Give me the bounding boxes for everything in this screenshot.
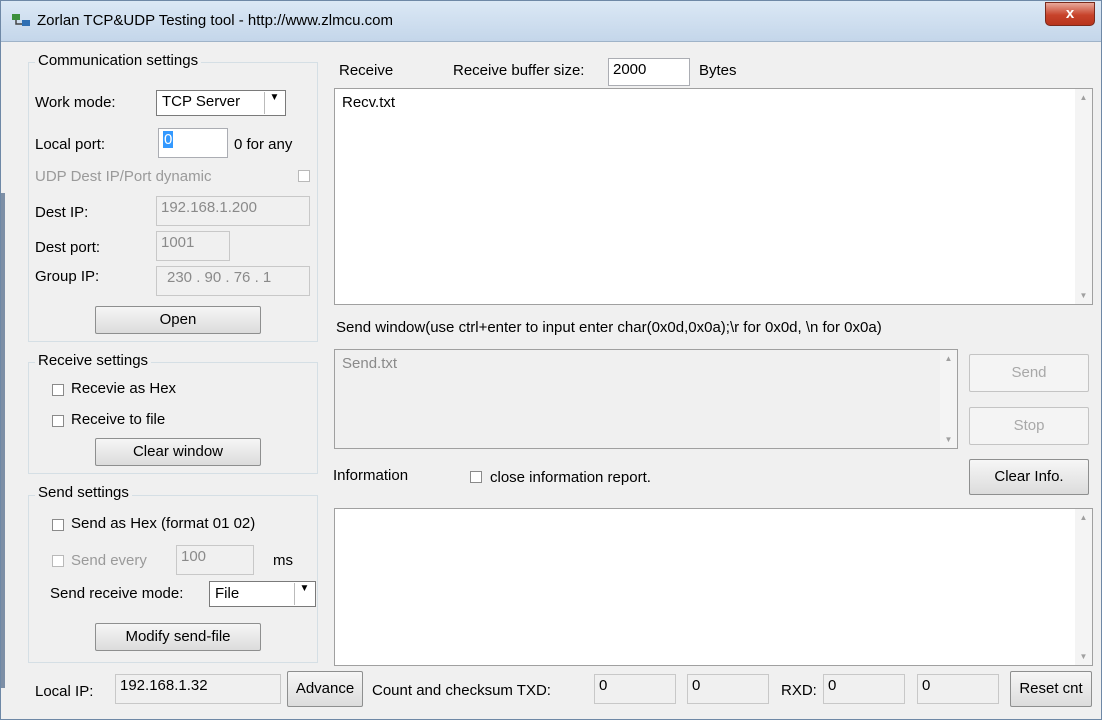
scroll-down-icon[interactable]: ▼ [940,431,957,448]
close-button[interactable]: x [1045,2,1095,26]
send-button[interactable]: Send [969,354,1089,392]
chevron-down-icon: ▼ [264,92,284,114]
close-report-checkbox[interactable] [470,471,482,483]
receive-scrollbar[interactable]: ▲ ▼ [1075,89,1092,304]
send-mode-select[interactable]: File ▼ [209,581,316,607]
rxd-checksum-field[interactable]: 0 [917,674,999,704]
send-every-input[interactable]: 100 [176,545,254,575]
receive-label: Receive [339,62,394,79]
window-title: Zorlan TCP&UDP Testing tool - http://www… [37,12,393,29]
receive-file-checkbox[interactable] [52,415,64,427]
receive-hex-label: Recevie as Hex [71,380,177,397]
send-hex-label: Send as Hex (format 01 02) [71,515,256,532]
send-scrollbar[interactable]: ▲ ▼ [940,350,957,448]
send-mode-value: File [215,585,240,602]
local-ip-label: Local IP: [35,683,94,700]
receive-settings-title: Receive settings [35,352,152,369]
work-mode-label: Work mode: [35,94,116,111]
dest-port-label: Dest port: [35,239,101,256]
txd-checksum-field[interactable]: 0 [687,674,769,704]
close-report-label: close information report. [490,469,651,486]
chevron-down-icon: ▼ [294,583,314,605]
modify-send-file-button[interactable]: Modify send-file [95,623,261,651]
scroll-down-icon[interactable]: ▼ [1075,648,1092,665]
send-content: Send.txt [342,355,398,372]
reset-count-button[interactable]: Reset cnt [1010,671,1092,707]
title-bar[interactable]: Zorlan TCP&UDP Testing tool - http://www… [1,1,1101,42]
count-checksum-label: Count and checksum TXD: [372,682,551,699]
udp-dynamic-checkbox[interactable] [298,170,310,182]
dest-ip-input[interactable]: 192.168.1.200 [156,196,310,226]
rxd-label: RXD: [781,682,817,699]
send-textarea[interactable]: Send.txt ▲ ▼ [334,349,958,449]
communication-settings-title: Communication settings [35,52,202,69]
receive-textarea[interactable]: Recv.txt ▲ ▼ [334,88,1093,305]
scroll-up-icon[interactable]: ▲ [940,350,957,367]
send-every-unit: ms [273,552,293,569]
receive-buffer-unit: Bytes [699,62,737,79]
advance-button[interactable]: Advance [287,671,363,707]
window-edge-shadow [1,193,5,688]
group-ip-label: Group IP: [35,268,100,285]
txd-count-field[interactable]: 0 [594,674,676,704]
receive-file-label: Receive to file [71,411,166,428]
receive-content: Recv.txt [342,94,396,111]
work-mode-select[interactable]: TCP Server ▼ [156,90,286,116]
work-mode-value: TCP Server [162,93,241,110]
local-port-value: 0 [163,131,174,148]
send-hex-checkbox[interactable] [52,519,64,531]
send-window-hint: Send window(use ctrl+enter to input ente… [336,319,882,336]
dest-ip-label: Dest IP: [35,204,89,221]
scroll-down-icon[interactable]: ▼ [1075,287,1092,304]
send-settings-title: Send settings [35,484,132,501]
stop-button[interactable]: Stop [969,407,1089,445]
client-area: Communication settings Work mode: TCP Se… [8,42,1097,714]
group-ip-input[interactable]: 230 . 90 . 76 . 1 [156,266,310,296]
rxd-count-field[interactable]: 0 [823,674,905,704]
app-icon [12,14,30,26]
send-every-label: Send every [71,552,147,569]
information-label: Information [333,467,409,484]
clear-info-button[interactable]: Clear Info. [969,459,1089,495]
local-port-label: Local port: [35,136,106,153]
clear-window-button[interactable]: Clear window [95,438,261,466]
open-button[interactable]: Open [95,306,261,334]
app-window: Zorlan TCP&UDP Testing tool - http://www… [0,0,1102,720]
scroll-up-icon[interactable]: ▲ [1075,89,1092,106]
local-port-input[interactable]: 0 [158,128,228,158]
receive-hex-checkbox[interactable] [52,384,64,396]
information-scrollbar[interactable]: ▲ ▼ [1075,509,1092,665]
send-mode-label: Send receive mode: [50,585,184,602]
local-port-hint: 0 for any [234,136,293,153]
send-every-checkbox[interactable] [52,555,64,567]
udp-dynamic-label: UDP Dest IP/Port dynamic [35,168,212,185]
close-icon: x [1065,5,1075,22]
local-ip-field[interactable]: 192.168.1.32 [115,674,281,704]
receive-buffer-label: Receive buffer size: [453,62,585,79]
receive-buffer-input[interactable]: 2000 [608,58,690,86]
information-textarea[interactable]: ▲ ▼ [334,508,1093,666]
dest-port-input[interactable]: 1001 [156,231,230,261]
scroll-up-icon[interactable]: ▲ [1075,509,1092,526]
